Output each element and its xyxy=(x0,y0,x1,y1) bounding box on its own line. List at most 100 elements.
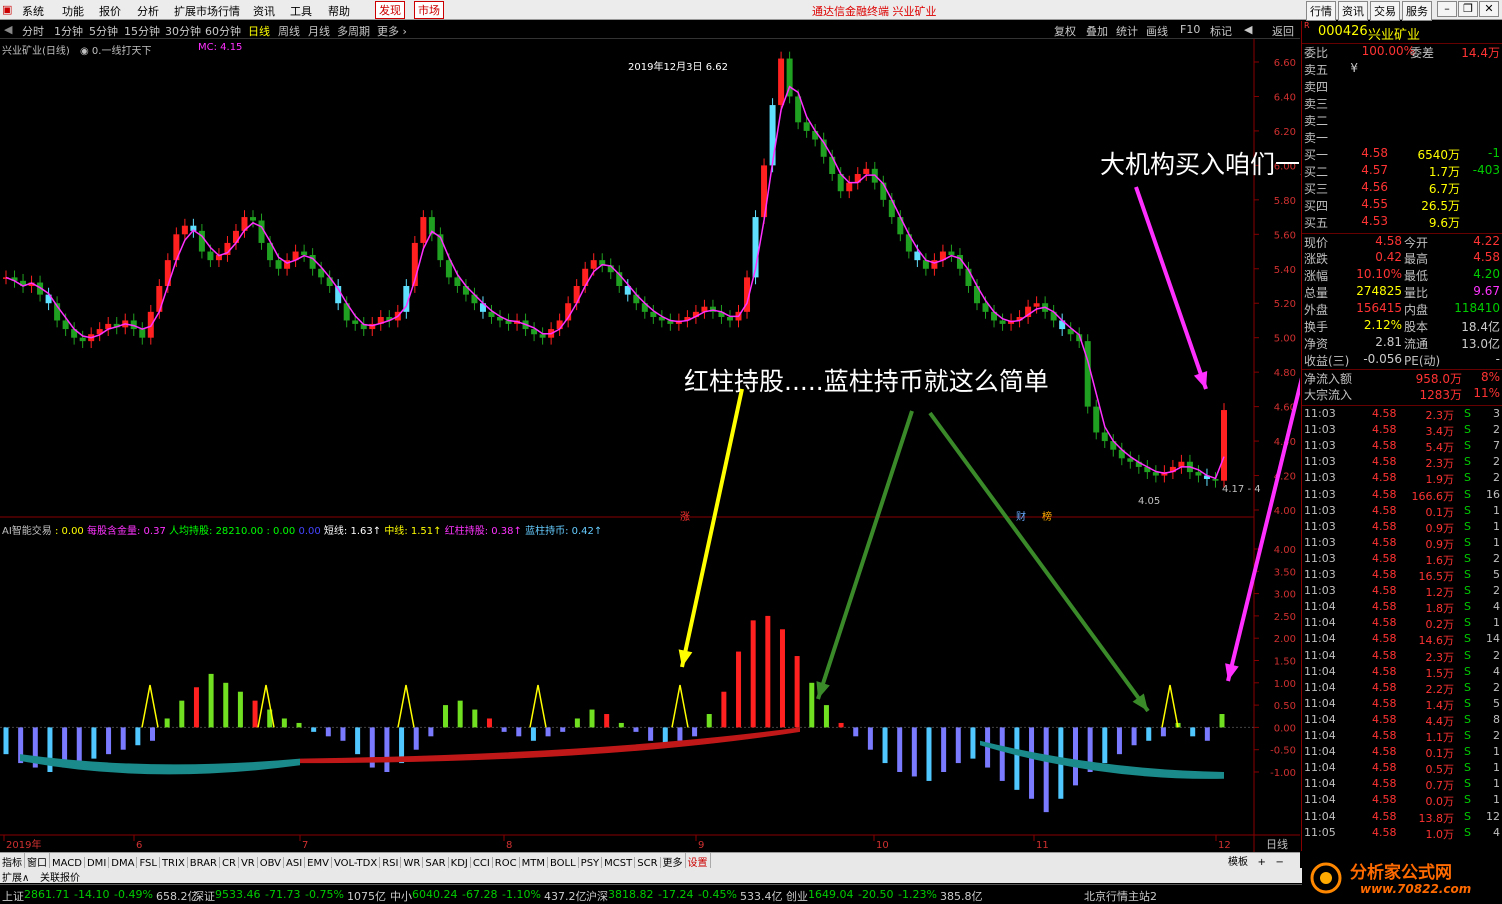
tick-side: S xyxy=(1464,809,1471,823)
period-tab[interactable]: 5分钟 xyxy=(89,23,118,39)
candle-body[interactable] xyxy=(914,251,921,261)
index-name[interactable]: 上证 xyxy=(2,888,24,904)
period-tab[interactable]: 1分钟 xyxy=(54,23,83,39)
candle-body[interactable] xyxy=(1212,478,1219,481)
candle-body[interactable] xyxy=(726,317,733,321)
remove-button[interactable]: − xyxy=(1275,857,1283,868)
period-tab[interactable]: 15分钟 xyxy=(124,23,160,39)
candle-body[interactable] xyxy=(352,320,359,324)
candle-body[interactable] xyxy=(454,277,461,286)
candle-body[interactable] xyxy=(897,217,904,235)
candle-body[interactable] xyxy=(590,260,597,269)
menu-market[interactable]: 市场 xyxy=(414,1,444,19)
period-tab[interactable]: 分时 xyxy=(22,23,44,39)
candle-body[interactable] xyxy=(250,217,257,221)
period-tab[interactable]: 月线 xyxy=(308,23,330,39)
candle-body[interactable] xyxy=(1084,341,1091,407)
server-name[interactable]: 北京行情主站2 xyxy=(1084,888,1157,904)
menu-analysis[interactable]: 分析 xyxy=(137,3,159,19)
tool-return[interactable]: 返回 xyxy=(1272,23,1294,39)
menu-tools[interactable]: 工具 xyxy=(290,3,312,19)
candle-body[interactable] xyxy=(156,286,163,312)
candle-body[interactable] xyxy=(181,225,188,235)
tick-row: 11:04 4.58 2.3万 S 2 xyxy=(1302,649,1502,665)
menu-function[interactable]: 功能 xyxy=(62,3,84,19)
period-tab-active[interactable]: 日线 xyxy=(248,23,270,39)
tool-f10[interactable]: F10 xyxy=(1180,23,1200,36)
close-icon[interactable]: ✕ xyxy=(1479,1,1499,17)
period-tab[interactable]: 60分钟 xyxy=(205,23,241,39)
candle-body[interactable] xyxy=(301,251,308,255)
collapse-icon[interactable]: ◀ xyxy=(4,23,12,36)
candle-body[interactable] xyxy=(931,260,938,269)
candle-body[interactable] xyxy=(846,182,853,192)
candle-body[interactable] xyxy=(769,105,776,166)
date-tick-label: 6 xyxy=(136,840,142,851)
bang-marker[interactable]: 榜 xyxy=(1042,508,1052,523)
app-icon[interactable]: ▣ xyxy=(2,3,12,16)
candle-body[interactable] xyxy=(556,320,563,330)
right-menu-quote[interactable]: 行情 xyxy=(1306,1,1336,21)
formula-name[interactable]: ◉ 0.一线打天下 xyxy=(80,42,151,57)
expand-button[interactable]: 扩展∧ xyxy=(2,869,29,884)
candle-body[interactable] xyxy=(812,130,819,140)
index-name[interactable]: 创业 xyxy=(786,888,808,904)
candle-body[interactable] xyxy=(420,217,427,243)
tick-count: 1 xyxy=(1493,777,1500,791)
candle-body[interactable] xyxy=(1033,303,1040,307)
candle-body[interactable] xyxy=(803,122,810,131)
tool-stats[interactable]: 统计 xyxy=(1116,23,1138,39)
candle-body[interactable] xyxy=(1195,472,1202,476)
restore-icon[interactable]: ❐ xyxy=(1458,1,1478,17)
index-name[interactable]: 沪深 xyxy=(586,888,608,904)
zhang-marker[interactable]: 涨 xyxy=(680,508,690,523)
template-button[interactable]: 模板 xyxy=(1228,857,1248,868)
menu-system[interactable]: 系统 xyxy=(22,3,44,19)
menu-discover[interactable]: 发现 xyxy=(375,1,405,19)
candle-body[interactable] xyxy=(139,329,146,338)
candle-body[interactable] xyxy=(326,277,333,286)
index-name[interactable]: 中小 xyxy=(390,888,412,904)
candle-body[interactable] xyxy=(164,260,171,286)
tool-restore-right[interactable]: 复权 xyxy=(1054,23,1076,39)
cai-marker[interactable]: 财 xyxy=(1016,508,1026,523)
tick-list[interactable]: 11:03 4.58 2.3万 S 3 11:03 4.58 3.4万 S 2 11:03 4.58 5… xyxy=(1302,405,1502,841)
tool-mark[interactable]: 标记 xyxy=(1210,23,1232,39)
menu-news[interactable]: 资讯 xyxy=(253,3,275,19)
right-menu-service[interactable]: 服务 xyxy=(1402,1,1432,21)
right-menu-news[interactable]: 资讯 xyxy=(1338,1,1368,21)
tool-back-icon[interactable]: ◀ xyxy=(1244,23,1252,36)
candle-body[interactable] xyxy=(948,251,955,255)
index-name[interactable]: 深证 xyxy=(193,888,215,904)
tool-draw[interactable]: 画线 xyxy=(1146,23,1168,39)
tick-volume: 13.8万 xyxy=(1418,811,1455,825)
menu-extended-market[interactable]: 扩展市场行情 xyxy=(174,3,240,19)
minimize-icon[interactable]: – xyxy=(1437,1,1457,17)
period-tab[interactable]: 30分钟 xyxy=(165,23,201,39)
tool-overlay[interactable]: 叠加 xyxy=(1086,23,1108,39)
candle-body[interactable] xyxy=(62,320,69,330)
candle-body[interactable] xyxy=(275,260,282,269)
candle-body[interactable] xyxy=(1093,406,1100,433)
candle-body[interactable] xyxy=(1101,432,1108,442)
related-quote-tab[interactable]: 关联报价 xyxy=(40,869,80,884)
candle-body[interactable] xyxy=(778,58,785,106)
add-button[interactable]: + xyxy=(1258,857,1266,868)
candle-body[interactable] xyxy=(982,303,989,312)
period-tab[interactable]: 多周期 xyxy=(337,23,370,39)
candle-body[interactable] xyxy=(1178,461,1185,467)
index-change: -71.73 xyxy=(265,888,301,901)
buy-label: 买三 xyxy=(1304,182,1329,196)
tick-side: S xyxy=(1464,825,1471,839)
menu-quote[interactable]: 报价 xyxy=(99,3,121,19)
right-menu-trade[interactable]: 交易 xyxy=(1370,1,1400,21)
candle-body[interactable] xyxy=(207,251,214,261)
menu-help[interactable]: 帮助 xyxy=(328,3,350,19)
candle-body[interactable] xyxy=(999,320,1006,324)
period-tab[interactable]: 更多 › xyxy=(377,23,407,39)
period-tab[interactable]: 周线 xyxy=(278,23,300,39)
candle-body[interactable] xyxy=(539,334,546,338)
candle-body[interactable] xyxy=(79,337,86,342)
candle-body[interactable] xyxy=(1221,410,1227,481)
candle-body[interactable] xyxy=(863,168,870,174)
